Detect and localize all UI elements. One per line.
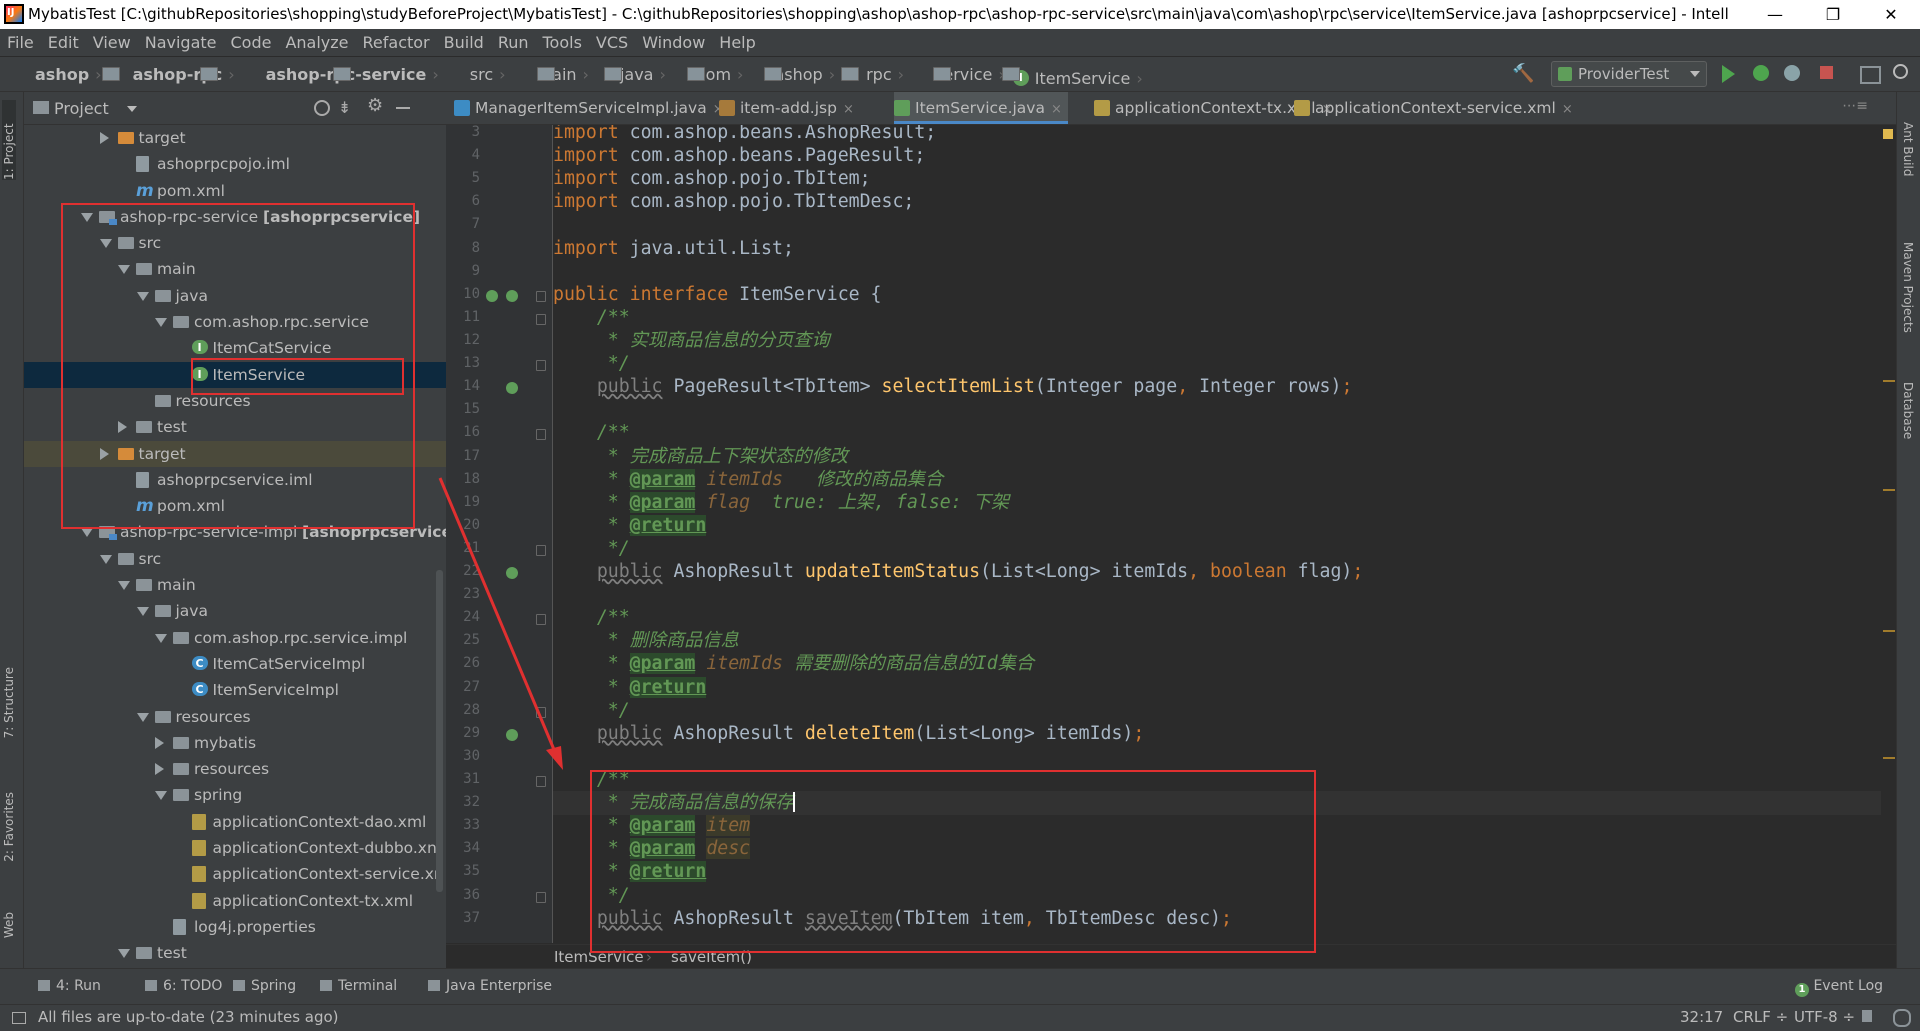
- annotation-arrow-line: [438, 477, 557, 753]
- annotation-arrow-head: [546, 746, 563, 770]
- annotation-arrow: [438, 477, 563, 770]
